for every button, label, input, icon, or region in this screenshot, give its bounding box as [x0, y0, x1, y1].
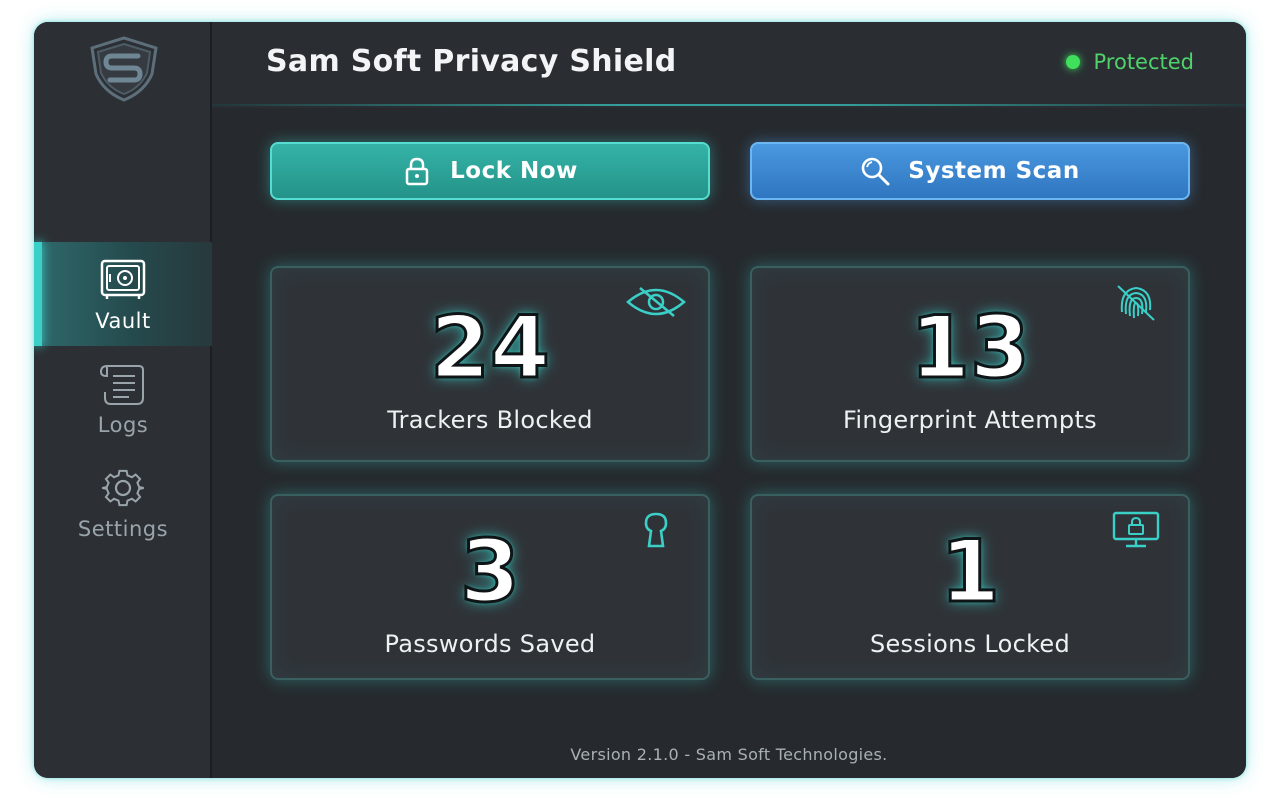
- lock-now-button[interactable]: Lock Now: [270, 142, 710, 200]
- stat-label: Trackers Blocked: [387, 406, 593, 434]
- safe-icon: [93, 255, 153, 305]
- scroll-icon: [93, 359, 153, 409]
- stat-card-passwords: 3 Passwords Saved: [270, 494, 710, 680]
- sidebar-item-label: Logs: [97, 413, 149, 437]
- stat-label: Fingerprint Attempts: [843, 406, 1097, 434]
- sidebar-item-settings[interactable]: Settings: [34, 450, 212, 554]
- stat-value: 1: [939, 521, 1002, 624]
- stat-value: 24: [429, 297, 552, 400]
- shield-s-logo-icon: [82, 34, 166, 102]
- stat-label: Passwords Saved: [384, 630, 596, 658]
- status-dot-icon: [1065, 55, 1080, 69]
- footer-version: Version 2.1.0 - Sam Soft Technologies.: [570, 745, 888, 764]
- stat-label: Sessions Locked: [869, 630, 1071, 658]
- sidebar-item-label: Settings: [77, 517, 169, 541]
- padlock-icon: [402, 156, 432, 186]
- system-scan-button[interactable]: System Scan: [750, 142, 1190, 200]
- lock-now-label: Lock Now: [450, 158, 578, 184]
- stat-value: 3: [459, 521, 522, 624]
- app-window: Vault Logs Settings Sam Soft Privacy Shi…: [34, 22, 1246, 778]
- main-content: Lock Now System Scan 24 Trackers Blocked…: [212, 108, 1246, 778]
- system-scan-label: System Scan: [908, 158, 1080, 184]
- stat-card-trackers: 24 Trackers Blocked: [270, 266, 710, 462]
- sidebar-item-logs[interactable]: Logs: [34, 346, 212, 450]
- search-icon: [860, 156, 890, 186]
- sidebar-item-label: Vault: [95, 309, 151, 333]
- stat-card-sessions: 1 Sessions Locked: [750, 494, 1190, 680]
- sidebar: Vault Logs Settings: [34, 22, 212, 778]
- stat-card-fingerprint: 13 Fingerprint Attempts: [750, 266, 1190, 462]
- sidebar-item-vault[interactable]: Vault: [34, 242, 212, 346]
- stat-value: 13: [909, 297, 1032, 400]
- status-label: Protected: [1093, 50, 1195, 74]
- protection-status: Protected: [1065, 50, 1195, 74]
- header: Sam Soft Privacy Shield Protected: [212, 22, 1246, 106]
- gear-icon: [93, 463, 153, 513]
- app-title: Sam Soft Privacy Shield: [266, 44, 677, 79]
